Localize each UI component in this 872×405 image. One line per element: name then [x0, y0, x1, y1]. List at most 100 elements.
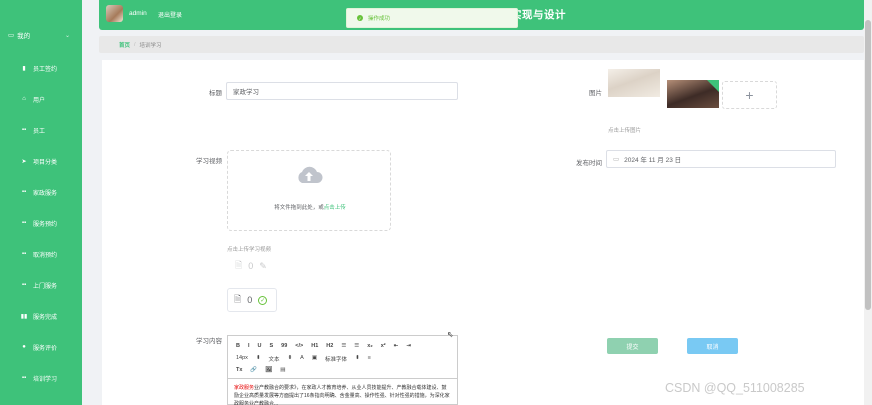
- editor-toolbar-row-2: 14px ⬍ 文本 ⬍ A ▣ 标准字体 ⬍ ≡: [236, 355, 371, 363]
- editor-tool[interactable]: B: [236, 343, 240, 349]
- cancel-button[interactable]: 取消: [687, 338, 738, 354]
- grid-icon: ▪▪: [21, 282, 27, 288]
- chevron-down-icon: ⌄: [64, 32, 70, 39]
- success-toast: ✓ 操作成功: [346, 8, 518, 28]
- image-thumbnail-2[interactable]: [667, 80, 719, 108]
- page-scrollbar[interactable]: [864, 0, 872, 405]
- sidebar-item-label: 服务预约: [33, 221, 58, 228]
- editor-tool[interactable]: I: [248, 343, 250, 349]
- title-input[interactable]: 家政学习: [226, 82, 458, 100]
- video-upload-hint: 点击上传学习视频: [227, 247, 272, 253]
- file-status-faded: 🗎 0 ✎: [235, 258, 267, 274]
- editor-tool[interactable]: 文本: [269, 355, 280, 363]
- editor-tool[interactable]: ☰: [354, 343, 359, 349]
- breadcrumb-current: 培训学习: [139, 42, 162, 49]
- check-circle-icon: ✓: [258, 295, 268, 305]
- video-upload-dropzone[interactable]: 将文件拖到此处，或点击上传: [227, 150, 391, 231]
- editor-tool[interactable]: 14px: [236, 355, 248, 363]
- sidebar-item[interactable]: ▮▮ 服务完成: [0, 306, 82, 326]
- editor-tool[interactable]: ▣: [312, 355, 317, 363]
- breadcrumb-home[interactable]: 首页: [119, 41, 130, 49]
- editor-tool[interactable]: ⬍: [288, 355, 293, 363]
- editor-tool[interactable]: 标准字体: [325, 355, 347, 363]
- sidebar-item-label: 用户: [33, 97, 46, 104]
- editor-tool[interactable]: 🖼: [265, 367, 272, 373]
- image-upload-hint: 点击上传图片: [608, 128, 642, 134]
- scrollbar-thumb[interactable]: [865, 20, 871, 310]
- editor-tool[interactable]: H1: [311, 343, 318, 349]
- sidebar-header-my[interactable]: ▭ 我的 ⌄: [0, 26, 82, 44]
- editor-tool[interactable]: 99: [281, 343, 287, 349]
- sidebar-item-label: 员工签约: [33, 66, 58, 73]
- sidebar-item-label: 项目分类: [33, 159, 58, 166]
- rich-text-editor[interactable]: B I U S 99 </> H1 H2 ☰ ☰ x₂ x² ⇤ ⇥ 14px ⬍ 文本 ⬍ A ▣ 标准字体 ⬍ ≡ T…: [227, 335, 458, 405]
- sidebar-item[interactable]: ● 服务评价: [0, 337, 82, 357]
- content-label: 学习内容: [196, 338, 222, 345]
- editor-tool[interactable]: x²: [381, 343, 386, 349]
- editor-tool[interactable]: ⬍: [256, 355, 261, 363]
- editor-tool[interactable]: U: [258, 343, 262, 349]
- sidebar-item[interactable]: ⌂ 用户: [0, 89, 82, 109]
- title-label: 标题: [209, 90, 222, 97]
- username: admin: [129, 10, 147, 17]
- image-label: 图片: [589, 90, 602, 97]
- video-label: 学习视频: [196, 158, 222, 165]
- sidebar-item[interactable]: ▪▪ 上门服务: [0, 275, 82, 295]
- editor-tool[interactable]: </>: [295, 343, 303, 349]
- editor-tool[interactable]: A: [300, 355, 304, 363]
- sidebar-item[interactable]: ▮ 员工签约: [0, 58, 82, 78]
- bar-chart-icon: ▮▮: [20, 313, 28, 320]
- sidebar-item[interactable]: ➤ 项目分类: [0, 151, 82, 171]
- grid-icon: ▪▪: [21, 189, 27, 195]
- logout-link[interactable]: 退出登录: [158, 10, 182, 19]
- editor-tool[interactable]: ▤: [280, 367, 285, 373]
- sidebar-item[interactable]: ▪▪ 家政服务: [0, 182, 82, 202]
- editor-highlight: 家政服务: [234, 385, 255, 391]
- file-count: 0: [247, 295, 253, 305]
- editor-tool[interactable]: 🔗: [250, 367, 257, 373]
- toast-text: 操作成功: [368, 16, 391, 22]
- editor-tool[interactable]: Tx: [236, 367, 242, 373]
- sidebar-item[interactable]: ▪▪ 服务预约: [0, 213, 82, 233]
- sidebar-item-label: 培训学习: [33, 376, 58, 383]
- editor-toolbar-row-1: B I U S 99 </> H1 H2 ☰ ☰ x₂ x² ⇤ ⇥: [236, 343, 411, 349]
- sidebar-item-label: 服务评价: [33, 345, 58, 352]
- date-picker[interactable]: ▭ 2024 年 11 月 23 日: [606, 150, 836, 168]
- editor-tool[interactable]: ⇥: [406, 343, 411, 349]
- briefcase-icon: ▮: [22, 65, 26, 72]
- cloud-upload-icon: [298, 166, 323, 183]
- sidebar-item-label: 上门服务: [33, 283, 58, 290]
- send-icon: ➤: [21, 158, 27, 165]
- edit-icon: ✎: [259, 260, 267, 271]
- sidebar-item[interactable]: ▪▪ 取消预约: [0, 244, 82, 264]
- file-count-faded: 0: [248, 261, 254, 271]
- sidebar-item[interactable]: ▪▪ 员工: [0, 120, 82, 140]
- uploaded-file-item[interactable]: 🗎 0 ✓: [227, 288, 277, 312]
- editor-tool[interactable]: H2: [326, 343, 333, 349]
- submit-button[interactable]: 提交: [607, 338, 658, 354]
- home-icon: ⌂: [22, 96, 26, 102]
- sidebar-item-label: 取消预约: [33, 252, 58, 259]
- sidebar: ▭ 我的 ⌄ ▮ 员工签约 ⌂ 用户 ▪▪ 员工 ➤ 项目分类 ▪▪ 家政服务 ▪▪ 服务预约 ▪▪ 取消…: [0, 0, 82, 405]
- sidebar-header-label: 我的: [17, 33, 31, 40]
- add-image-button[interactable]: +: [722, 81, 777, 109]
- grid-icon: ▪▪: [21, 127, 27, 133]
- plus-icon: +: [745, 87, 754, 103]
- editor-tool[interactable]: ⇤: [394, 343, 399, 349]
- avatar[interactable]: [106, 5, 123, 22]
- editor-tool[interactable]: ⬍: [355, 355, 360, 363]
- editor-tool[interactable]: x₂: [367, 343, 373, 349]
- grid-icon: ▪▪: [21, 251, 27, 257]
- click-upload-link[interactable]: 点击上传: [324, 205, 346, 211]
- sidebar-item[interactable]: ▪▪ 培训学习: [0, 368, 82, 388]
- editor-tool[interactable]: ☰: [341, 343, 346, 349]
- watermark: CSDN @QQ_511008285: [665, 381, 805, 395]
- editor-tool[interactable]: ≡: [368, 355, 371, 363]
- editor-content[interactable]: 家政服务业产教融合的要求》，在家政人才教育培养、从业人员技能提升、产教融合载体建…: [228, 378, 457, 405]
- calendar-icon: ▭: [613, 156, 620, 163]
- grid-icon: ▪▪: [21, 375, 27, 381]
- success-check-icon: ✓: [357, 15, 363, 21]
- breadcrumb: 首页 / 培训学习: [99, 36, 864, 53]
- editor-tool[interactable]: S: [270, 343, 274, 349]
- image-thumbnail-1[interactable]: [608, 69, 660, 97]
